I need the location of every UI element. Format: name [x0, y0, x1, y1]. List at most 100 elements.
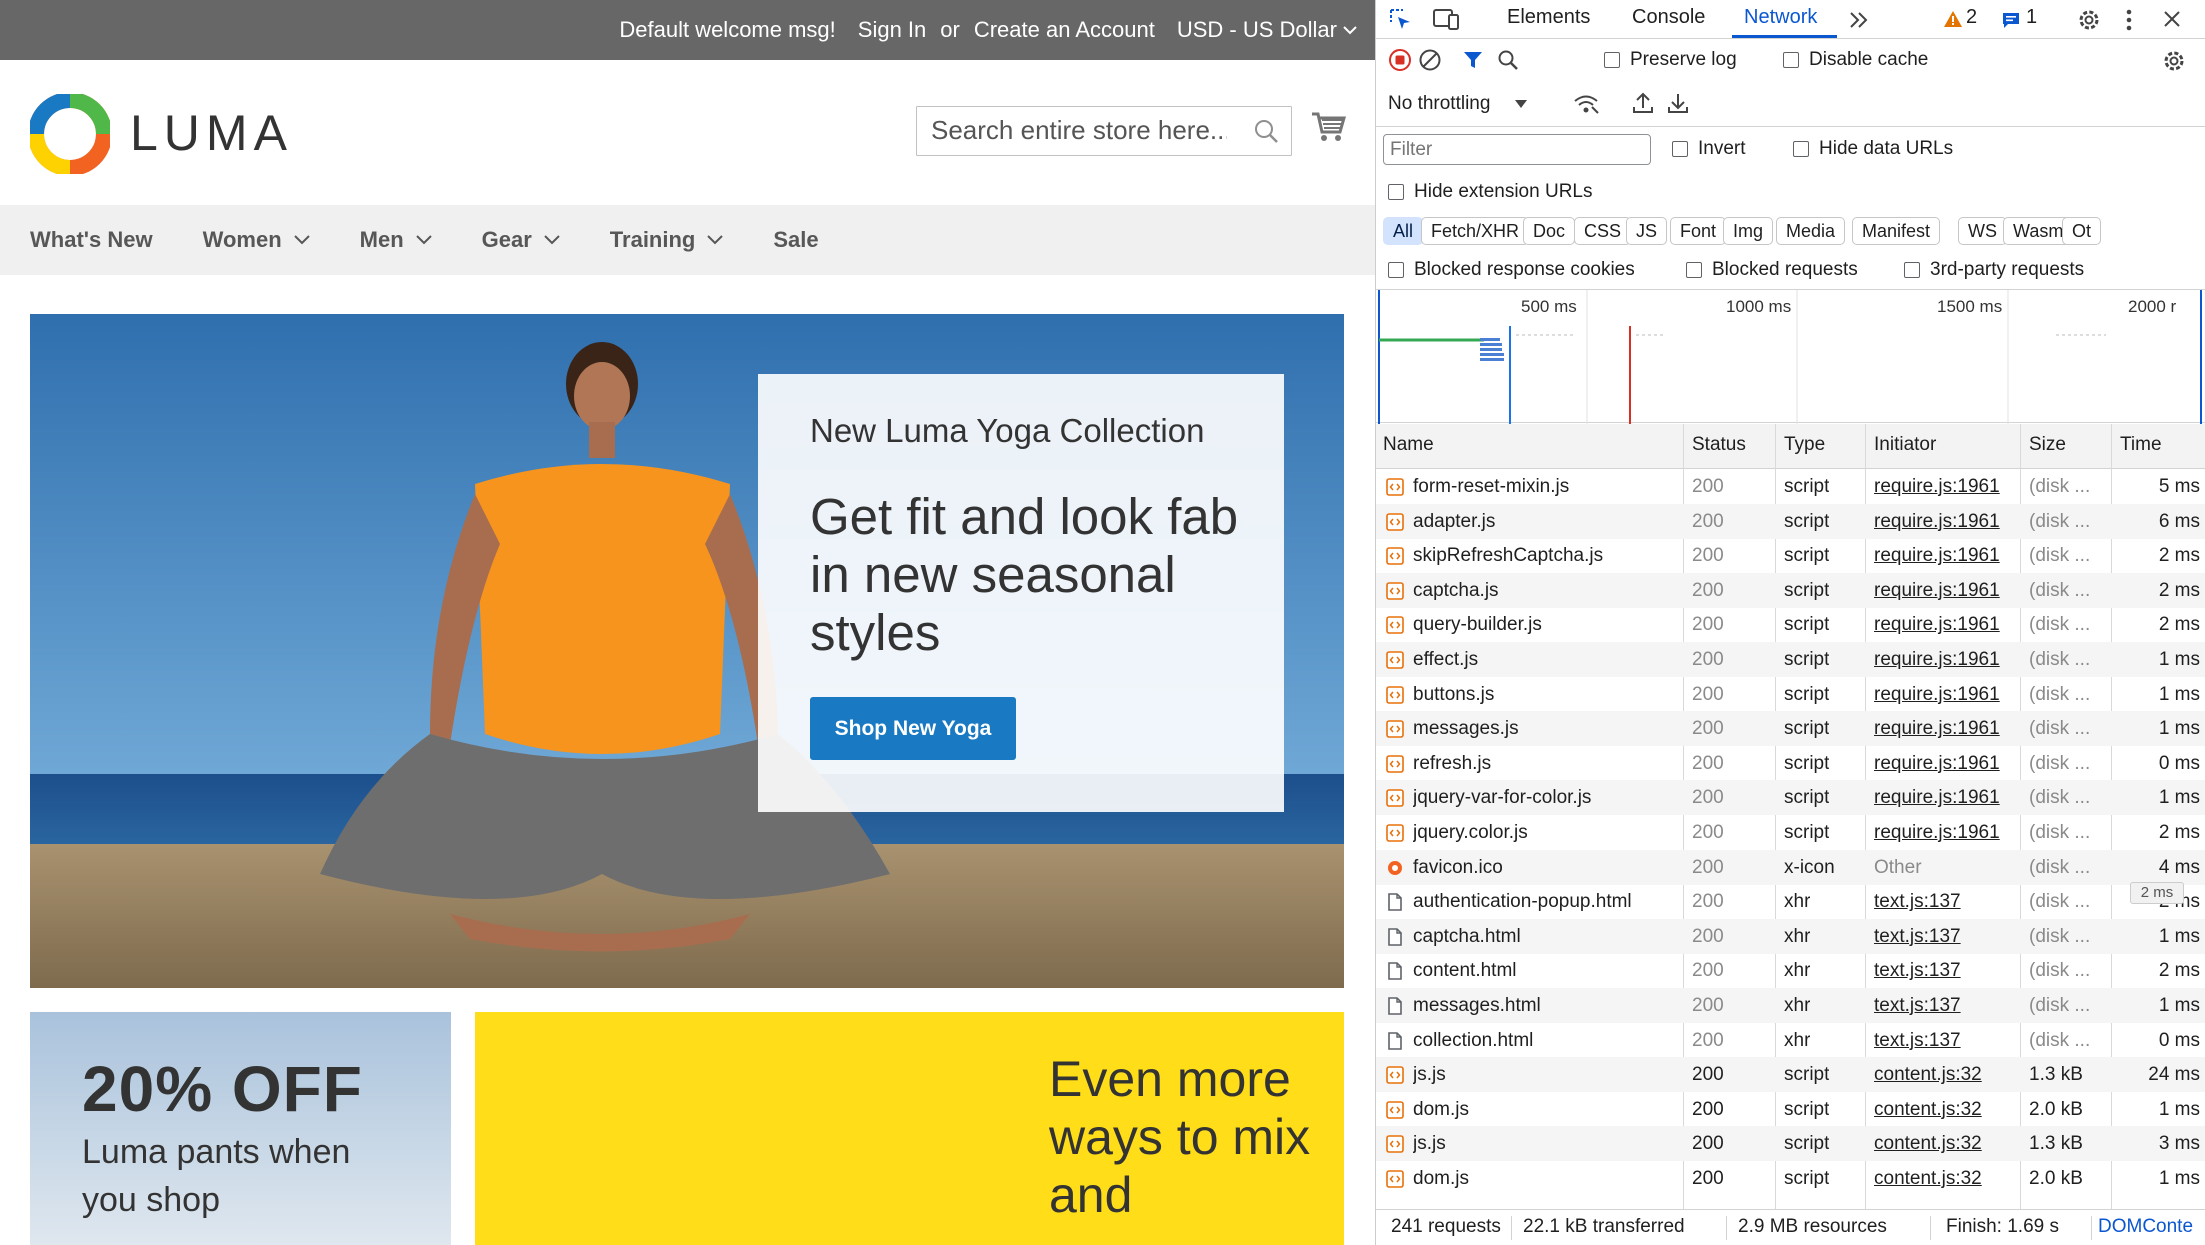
column-name[interactable]: Name — [1383, 434, 1434, 456]
type-filter-media[interactable]: Media — [1776, 217, 1846, 245]
request-row[interactable]: js.js 200 script content.js:32 1.3 kB 24 ms — [1376, 1057, 2205, 1093]
tab-elements[interactable]: Elements — [1507, 6, 1590, 29]
settings-gear-icon[interactable] — [2076, 7, 2102, 33]
device-toolbar-icon[interactable] — [1432, 7, 1460, 33]
hide-extension-urls-checkbox[interactable]: Hide extension URLs — [1388, 181, 1592, 203]
column-size[interactable]: Size — [2029, 434, 2066, 456]
nav-item-men[interactable]: Men — [360, 227, 432, 253]
request-initiator[interactable]: text.js:137 — [1874, 1030, 1961, 1052]
request-initiator[interactable]: require.js:1961 — [1874, 822, 2000, 844]
request-initiator[interactable]: text.js:137 — [1874, 926, 1961, 948]
more-options-icon[interactable] — [2124, 7, 2134, 33]
blocked-requests-checkbox[interactable]: Blocked requests — [1686, 259, 1858, 281]
column-status[interactable]: Status — [1692, 434, 1746, 456]
request-row[interactable]: dom.js 200 script content.js:32 2.0 kB 1 ms — [1376, 1092, 2205, 1127]
type-filter-font[interactable]: Font — [1670, 217, 1727, 245]
request-row[interactable]: refresh.js 200 script require.js:1961 (disk … — [1376, 746, 2205, 781]
shop-new-yoga-button[interactable]: Shop New Yoga — [810, 697, 1016, 760]
message-count[interactable]: 1 — [2026, 6, 2037, 29]
export-har-icon[interactable] — [1667, 91, 1689, 115]
request-row[interactable]: favicon.ico 200 x-icon Other (disk ... 4 ms — [1376, 849, 2205, 885]
request-row[interactable]: messages.js 200 script require.js:1961 (disk… — [1376, 711, 2205, 747]
invert-checkbox[interactable]: Invert — [1672, 138, 1746, 160]
request-row[interactable]: form-reset-mixin.js 200 script require.js:1… — [1376, 469, 2205, 504]
type-filter-ws[interactable]: WS — [1958, 217, 2007, 245]
request-row[interactable]: dom.js 200 script content.js:32 2.0 kB 1 ms — [1376, 1161, 2205, 1196]
more-tabs-icon[interactable] — [1848, 10, 1870, 30]
request-initiator[interactable]: require.js:1961 — [1874, 649, 2000, 671]
warning-count[interactable]: 2 — [1966, 6, 1977, 29]
record-stop-icon[interactable] — [1388, 48, 1412, 72]
filter-input[interactable] — [1383, 134, 1651, 165]
search-icon[interactable] — [1496, 48, 1520, 72]
request-initiator[interactable]: content.js:32 — [1874, 1168, 1982, 1190]
search-icon[interactable] — [1253, 118, 1279, 144]
column-initiator[interactable]: Initiator — [1874, 434, 1936, 456]
hero-banner[interactable]: New Luma Yoga Collection Get fit and loo… — [30, 314, 1344, 988]
request-initiator[interactable]: text.js:137 — [1874, 995, 1961, 1017]
pants-promo-block[interactable]: 20% OFF Luma pants when you shop — [30, 1012, 451, 1245]
request-initiator[interactable]: require.js:1961 — [1874, 787, 2000, 809]
request-initiator[interactable]: require.js:1961 — [1874, 545, 2000, 567]
request-initiator[interactable]: require.js:1961 — [1874, 753, 2000, 775]
search-input[interactable] — [929, 107, 1229, 153]
luma-logo-icon[interactable] — [30, 94, 110, 174]
type-filter-all[interactable]: All — [1383, 217, 1424, 245]
network-settings-gear-icon[interactable] — [2161, 48, 2187, 74]
request-row[interactable]: messages.html 200 xhr text.js:137 (disk ... 1… — [1376, 988, 2205, 1023]
preserve-log-checkbox[interactable]: Preserve log — [1604, 49, 1737, 71]
nav-item-training[interactable]: Training — [610, 227, 724, 253]
blocked-cookies-checkbox[interactable]: Blocked response cookies — [1388, 259, 1635, 281]
column-type[interactable]: Type — [1784, 434, 1825, 456]
network-overview-timeline[interactable]: 500 ms 1000 ms 1500 ms 2000 r — [1376, 289, 2205, 424]
request-row[interactable]: jquery-var-for-color.js 200 script require.… — [1376, 780, 2205, 816]
request-row[interactable]: adapter.js 200 script require.js:1961 (disk … — [1376, 503, 2205, 539]
warning-icon[interactable] — [1943, 10, 1963, 28]
network-conditions-icon[interactable] — [1572, 92, 1600, 116]
tab-network[interactable]: Network — [1744, 6, 1817, 29]
type-filter-fetch-xhr[interactable]: Fetch/XHR — [1421, 217, 1530, 245]
type-filter-img[interactable]: Img — [1723, 217, 1774, 245]
request-initiator[interactable]: content.js:32 — [1874, 1099, 1982, 1121]
request-row[interactable]: jquery.color.js 200 script require.js:1961 (… — [1376, 815, 2205, 850]
request-row[interactable]: effect.js 200 script require.js:1961 (disk .… — [1376, 642, 2205, 677]
request-row[interactable]: authentication-popup.html 200 xhr text.js:1… — [1376, 884, 2205, 919]
type-filter-doc[interactable]: Doc — [1523, 217, 1576, 245]
request-row[interactable]: buttons.js 200 script require.js:1961 (disk … — [1376, 677, 2205, 712]
message-icon[interactable] — [2001, 11, 2021, 29]
request-row[interactable]: captcha.js 200 script require.js:1961 (disk … — [1376, 572, 2205, 608]
request-initiator[interactable]: text.js:137 — [1874, 960, 1961, 982]
tab-console[interactable]: Console — [1632, 6, 1705, 29]
request-row[interactable]: skipRefreshCaptcha.js 200 script require.js… — [1376, 538, 2205, 573]
request-initiator[interactable]: content.js:32 — [1874, 1133, 1982, 1155]
request-row[interactable]: captcha.html 200 xhr text.js:137 (disk ... 1 … — [1376, 918, 2205, 954]
request-initiator[interactable]: require.js:1961 — [1874, 718, 2000, 740]
mix-promo-block[interactable]: Even more ways to mix and — [475, 1012, 1344, 1245]
column-time[interactable]: Time — [2120, 434, 2162, 456]
request-initiator[interactable]: require.js:1961 — [1874, 580, 2000, 602]
request-initiator[interactable]: require.js:1961 — [1874, 476, 2000, 498]
request-row[interactable]: js.js 200 script content.js:32 1.3 kB 3 ms — [1376, 1126, 2205, 1162]
disable-cache-checkbox[interactable]: Disable cache — [1783, 49, 1928, 71]
request-initiator[interactable]: text.js:137 — [1874, 891, 1961, 913]
request-initiator[interactable]: require.js:1961 — [1874, 614, 2000, 636]
nav-item-gear[interactable]: Gear — [482, 227, 560, 253]
sign-in-link[interactable]: Sign In — [858, 17, 927, 43]
type-filter-manifest[interactable]: Manifest — [1852, 217, 1941, 245]
throttling-select[interactable]: No throttling — [1388, 93, 1528, 115]
request-row[interactable]: collection.html 200 xhr text.js:137 (disk ..… — [1376, 1023, 2205, 1058]
cart-icon[interactable] — [1310, 108, 1346, 144]
nav-item-women[interactable]: Women — [203, 227, 310, 253]
request-initiator[interactable]: require.js:1961 — [1874, 511, 2000, 533]
luma-logo-text[interactable]: LUMA — [130, 104, 293, 162]
inspect-element-icon[interactable] — [1388, 7, 1414, 33]
type-filter-js[interactable]: JS — [1626, 217, 1668, 245]
request-initiator[interactable]: require.js:1961 — [1874, 684, 2000, 706]
request-initiator[interactable]: content.js:32 — [1874, 1064, 1982, 1086]
hide-data-urls-checkbox[interactable]: Hide data URLs — [1793, 138, 1953, 160]
import-har-icon[interactable] — [1632, 91, 1654, 115]
third-party-checkbox[interactable]: 3rd-party requests — [1904, 259, 2084, 281]
clear-icon[interactable] — [1418, 48, 1442, 72]
type-filter-css[interactable]: CSS — [1574, 217, 1632, 245]
type-filter-ot[interactable]: Ot — [2062, 217, 2102, 245]
